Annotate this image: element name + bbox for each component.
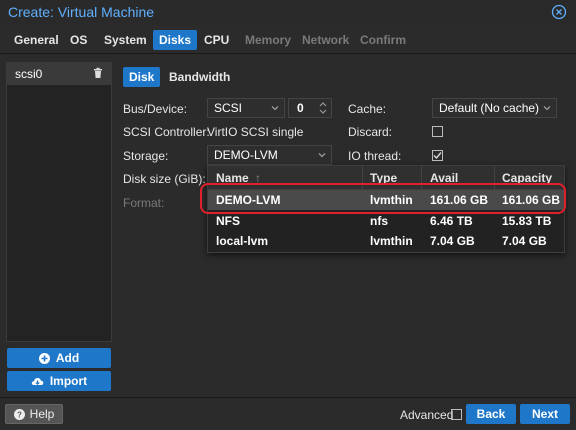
chevron-down-icon xyxy=(271,106,279,111)
disk-list-item-label: scsi0 xyxy=(15,67,43,81)
cache-label: Cache: xyxy=(348,102,387,116)
svg-text:?: ? xyxy=(17,410,22,419)
tab-confirm: Confirm xyxy=(360,33,406,47)
advanced-label: Advanced xyxy=(400,408,454,422)
tab-memory: Memory xyxy=(245,33,292,47)
storage-type-cell: nfs xyxy=(370,214,388,228)
table-row[interactable]: NFS nfs 6.46 TB 15.83 TB xyxy=(208,211,564,231)
storage-label: Storage: xyxy=(123,149,169,163)
subtab-bandwidth[interactable]: Bandwidth xyxy=(163,67,236,87)
storage-name-cell: NFS xyxy=(216,214,240,228)
add-button-label: Add xyxy=(55,351,80,365)
tab-os[interactable]: OS xyxy=(64,30,93,50)
selection-highlight-annotation xyxy=(200,183,566,214)
next-button[interactable]: Next xyxy=(520,404,570,424)
format-label: Format: xyxy=(123,196,165,210)
storage-select[interactable]: DEMO-LVM xyxy=(207,145,332,165)
storage-avail-cell: 6.46 TB xyxy=(430,214,473,228)
disk-list xyxy=(6,62,112,342)
help-button-label: Help xyxy=(29,407,55,421)
add-button[interactable]: Add xyxy=(7,348,111,368)
cache-select-value: Default (No cache) xyxy=(439,101,540,115)
close-icon[interactable] xyxy=(551,4,567,20)
import-button-label: Import xyxy=(49,374,88,388)
trash-icon[interactable] xyxy=(92,67,104,79)
tab-cpu[interactable]: CPU xyxy=(198,30,235,50)
storage-capacity-cell: 15.83 TB xyxy=(502,214,552,228)
discard-label: Discard: xyxy=(348,125,393,139)
chevron-down-icon xyxy=(543,106,551,111)
help-button[interactable]: ? Help xyxy=(5,404,63,424)
storage-name-cell: local-lvm xyxy=(216,234,269,248)
bus-device-label: Bus/Device: xyxy=(123,102,188,116)
io-thread-checkbox[interactable] xyxy=(432,150,443,161)
chevron-down-icon xyxy=(318,153,326,158)
scsi-controller-value: VirtIO SCSI single xyxy=(207,125,304,139)
storage-capacity-cell: 7.04 GB xyxy=(502,234,547,248)
io-thread-label: IO thread: xyxy=(348,149,402,163)
checkmark-icon xyxy=(433,152,442,160)
tab-system[interactable]: System xyxy=(98,30,153,50)
bus-select[interactable]: SCSI xyxy=(207,98,285,118)
cloud-download-icon xyxy=(31,377,44,385)
bus-select-value: SCSI xyxy=(214,101,243,115)
footer-divider xyxy=(0,397,576,398)
subtab-disk[interactable]: Disk xyxy=(123,67,161,87)
storage-select-value: DEMO-LVM xyxy=(214,148,278,162)
storage-avail-cell: 7.04 GB xyxy=(430,234,475,248)
scsi-controller-label: SCSI Controller: xyxy=(123,125,210,139)
table-row[interactable]: local-lvm lvmthin 7.04 GB 7.04 GB xyxy=(208,231,564,251)
window-title: Create: Virtual Machine xyxy=(8,4,155,20)
tab-network: Network xyxy=(302,33,350,47)
device-index-stepper[interactable]: 0 xyxy=(288,98,332,118)
back-button[interactable]: Back xyxy=(466,404,516,424)
disk-size-label: Disk size (GiB): xyxy=(123,172,206,186)
tab-disks[interactable]: Disks xyxy=(153,30,198,50)
cache-select[interactable]: Default (No cache) xyxy=(432,98,557,118)
import-button[interactable]: Import xyxy=(7,371,111,391)
device-index-value: 0 xyxy=(297,101,304,115)
stepper-arrows-icon[interactable] xyxy=(318,101,328,115)
tab-general[interactable]: General xyxy=(8,30,65,50)
storage-type-cell: lvmthin xyxy=(370,234,413,248)
plus-circle-icon xyxy=(38,352,50,364)
advanced-checkbox[interactable] xyxy=(451,409,462,420)
discard-checkbox[interactable] xyxy=(432,126,443,137)
question-circle-icon: ? xyxy=(13,408,25,420)
